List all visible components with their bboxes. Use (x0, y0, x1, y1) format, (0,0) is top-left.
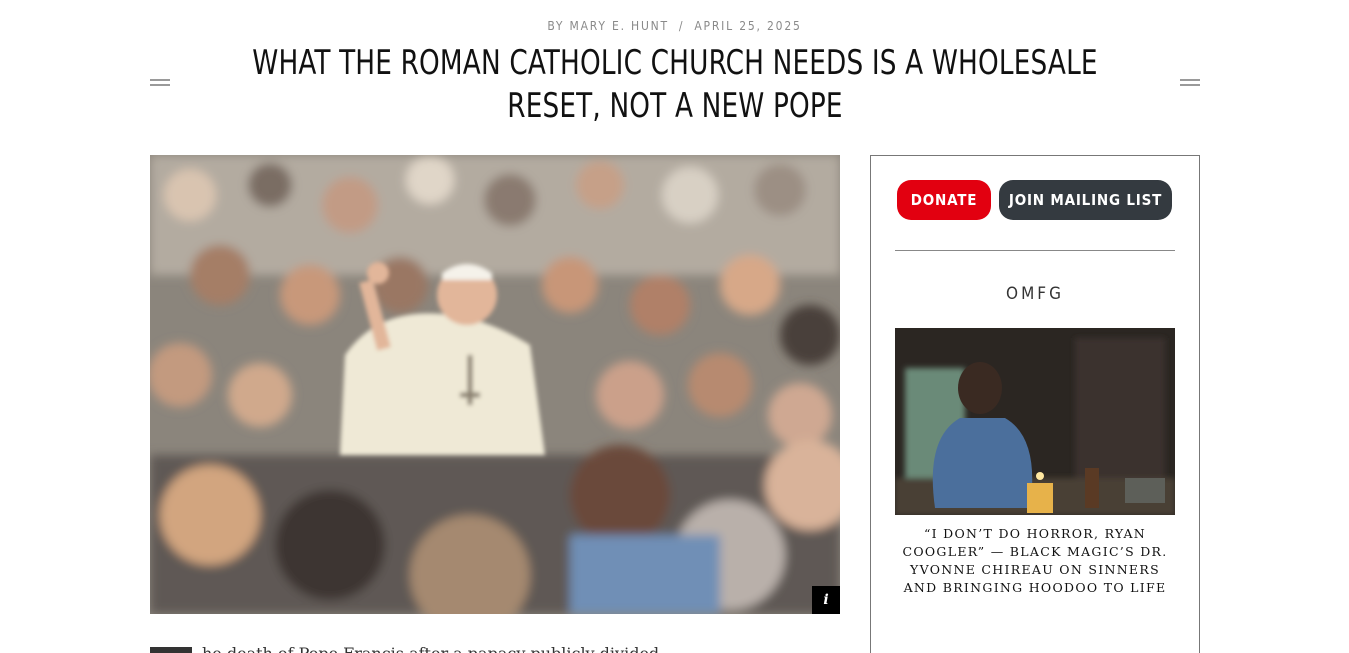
join-mailing-list-button[interactable]: JOIN MAILING LIST (999, 180, 1172, 220)
dropcap (150, 647, 192, 653)
title-decoration-left (150, 79, 170, 86)
sidebar: DONATE JOIN MAILING LIST OMFG “I DON’T D… (870, 155, 1200, 653)
hero-photo-illustration (150, 155, 840, 614)
byline: BY MARY E. HUNT / APRIL 25, 2025 (0, 19, 1349, 33)
hero-image: i (150, 155, 840, 614)
donate-button[interactable]: DONATE (897, 180, 991, 220)
feature-image[interactable] (895, 328, 1175, 515)
byline-date: APRIL 25, 2025 (694, 19, 802, 33)
byline-separator: / (678, 19, 685, 33)
title-decoration-right (1180, 79, 1200, 86)
feature-caption-link[interactable]: “I DON’T DO HORROR, RYAN COOGLER” — BLAC… (895, 525, 1175, 597)
feature-photo-illustration (895, 328, 1175, 515)
article-title: WHAT THE ROMAN CATHOLIC CHURCH NEEDS IS … (252, 43, 1098, 126)
sidebar-divider (895, 250, 1175, 251)
article-body: he death of Pope Francis after a papacy … (202, 644, 680, 653)
byline-author[interactable]: BY MARY E. HUNT (547, 19, 669, 33)
image-info-button[interactable]: i (812, 586, 840, 614)
sidebar-section-title: OMFG (1006, 284, 1064, 304)
